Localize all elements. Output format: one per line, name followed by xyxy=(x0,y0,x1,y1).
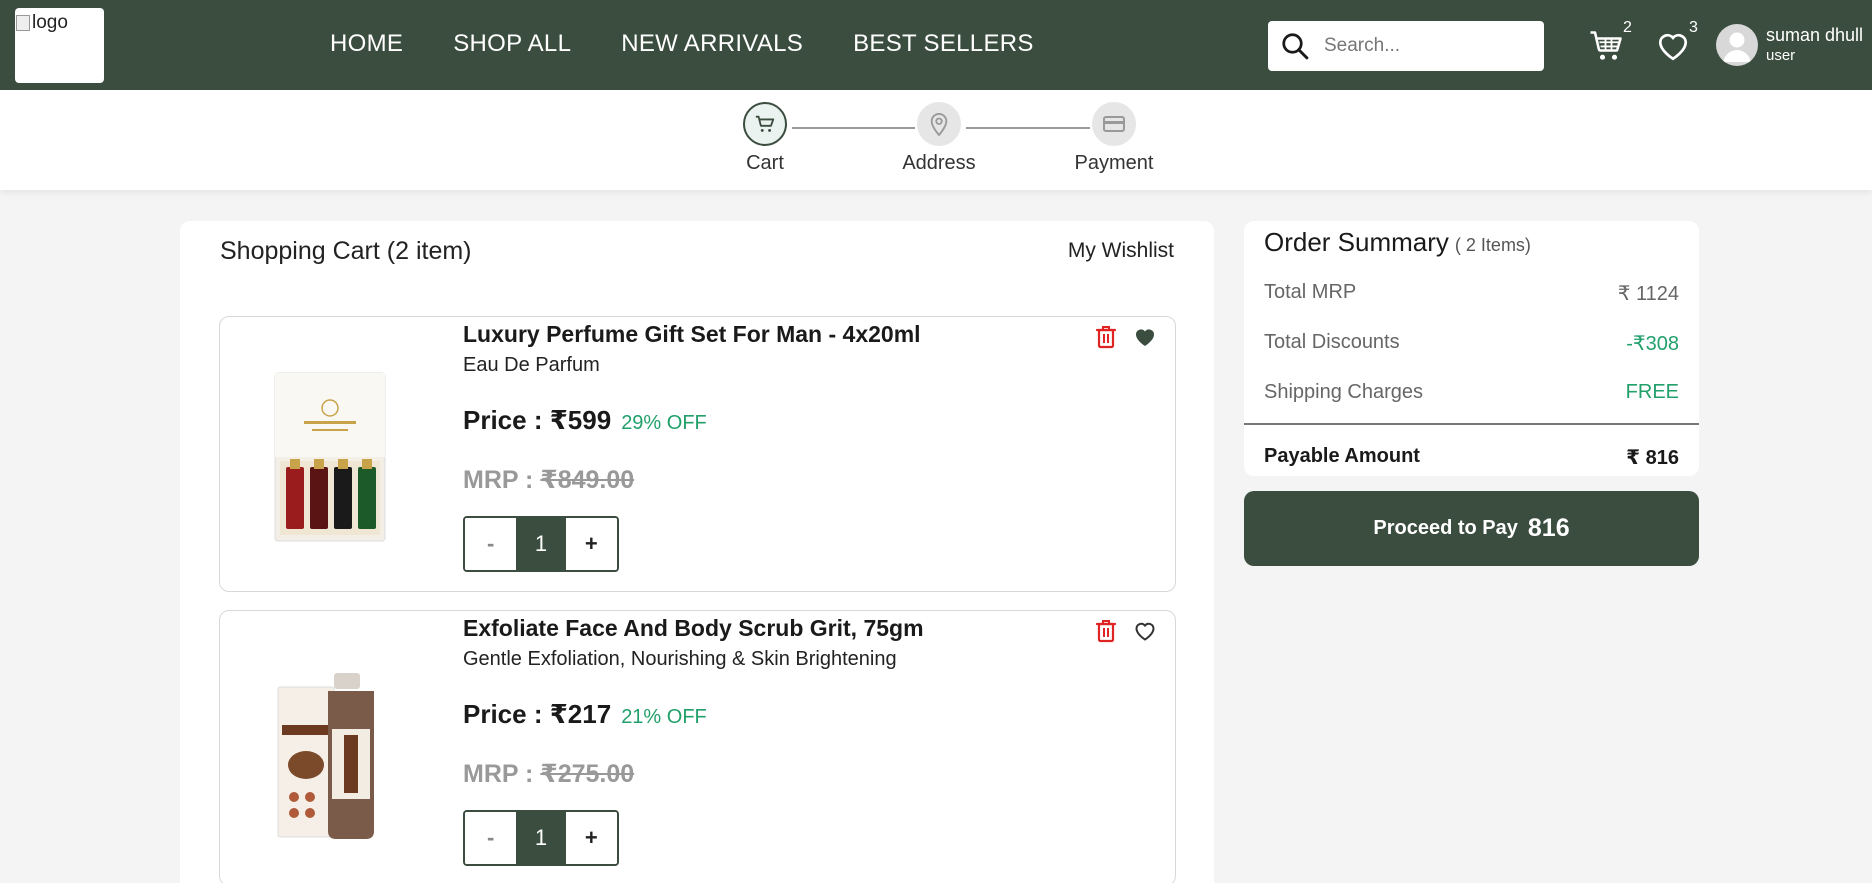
summary-divider xyxy=(1244,423,1699,425)
search-bar xyxy=(1268,21,1544,71)
increase-quantity-button[interactable]: + xyxy=(565,518,617,570)
product-name[interactable]: Exfoliate Face And Body Scrub Grit, 75gm xyxy=(463,615,924,642)
top-navbar: logo HOME SHOP ALL NEW ARRIVALS BEST SEL… xyxy=(0,0,1872,90)
delete-icon[interactable] xyxy=(1092,323,1120,351)
order-summary-panel: Order Summary( 2 Items) Total MRP ₹ 1124… xyxy=(1244,221,1699,476)
payable-value: ₹ 816 xyxy=(1626,447,1679,469)
pay-button-amount: 816 xyxy=(1527,514,1570,542)
decrease-quantity-button[interactable]: - xyxy=(465,518,517,570)
heart-filled-icon[interactable] xyxy=(1131,323,1159,351)
discount-badge: 21% OFF xyxy=(621,706,707,728)
location-pin-icon xyxy=(917,102,961,146)
heart-outline-icon[interactable] xyxy=(1131,617,1159,645)
order-summary-title: Order Summary( 2 Items) xyxy=(1264,227,1531,257)
step-cart[interactable]: Cart xyxy=(705,102,825,175)
nav-home[interactable]: HOME xyxy=(330,30,403,58)
row-label: Total MRP xyxy=(1264,281,1357,303)
wishlist-count-badge: 3 xyxy=(1689,19,1698,36)
product-image-perfume-gift-set[interactable] xyxy=(270,353,390,553)
product-mrp: MRP : ₹275.00 xyxy=(463,760,635,788)
cart-icon xyxy=(743,102,787,146)
product-mrp: MRP : ₹849.00 xyxy=(463,466,635,494)
broken-image-icon xyxy=(16,15,30,31)
user-role: user xyxy=(1766,47,1796,64)
total-discounts-row: Total Discounts -₹308 xyxy=(1264,331,1679,356)
proceed-to-pay-button[interactable]: Proceed to Pay 816 xyxy=(1244,491,1699,566)
row-value: ₹ 1124 xyxy=(1617,283,1679,305)
cart-item: Exfoliate Face And Body Scrub Grit, 75gm… xyxy=(219,610,1176,883)
user-avatar-icon xyxy=(1716,24,1758,66)
payable-label: Payable Amount xyxy=(1264,445,1420,467)
decrease-quantity-button[interactable]: - xyxy=(465,812,517,864)
pay-button-label: Proceed to Pay xyxy=(1373,517,1518,539)
product-description: Eau De Parfum xyxy=(463,354,600,376)
row-label: Shipping Charges xyxy=(1264,381,1423,403)
price-row: Price : ₹217 21% OFF xyxy=(463,699,707,730)
credit-card-icon xyxy=(1092,102,1136,146)
total-mrp-row: Total MRP ₹ 1124 xyxy=(1264,281,1679,306)
step-label: Payment xyxy=(1074,152,1154,174)
step-address[interactable]: Address xyxy=(879,102,999,175)
step-label: Address xyxy=(902,152,976,174)
step-label: Cart xyxy=(746,152,784,174)
logo[interactable]: logo xyxy=(15,8,104,83)
order-item-count: ( 2 Items) xyxy=(1454,235,1531,255)
row-value: -₹308 xyxy=(1626,333,1679,355)
quantity-value: 1 xyxy=(516,812,566,864)
my-wishlist-link[interactable]: My Wishlist xyxy=(1068,239,1174,263)
product-price: Price : ₹217 xyxy=(463,699,612,729)
checkout-stepper: Cart Address Payment xyxy=(0,90,1872,190)
cart-title: Shopping Cart (2 item) xyxy=(220,237,472,265)
main-nav: HOME SHOP ALL NEW ARRIVALS BEST SELLERS xyxy=(330,30,1034,58)
quantity-stepper: - 1 + xyxy=(463,810,619,866)
payable-amount-row: Payable Amount ₹ 816 xyxy=(1264,445,1679,470)
quantity-value: 1 xyxy=(516,518,566,570)
shopping-cart-panel: Shopping Cart (2 item) My Wishlist Luxur… xyxy=(180,221,1214,883)
nav-shop-all[interactable]: SHOP ALL xyxy=(453,30,571,58)
logo-alt-text: logo xyxy=(16,12,68,34)
increase-quantity-button[interactable]: + xyxy=(565,812,617,864)
nav-new-arrivals[interactable]: NEW ARRIVALS xyxy=(621,30,803,58)
user-menu[interactable]: suman dhull user xyxy=(1716,24,1863,66)
row-label: Total Discounts xyxy=(1264,331,1400,353)
quantity-stepper: - 1 + xyxy=(463,516,619,572)
product-description: Gentle Exfoliation, Nourishing & Skin Br… xyxy=(463,648,897,670)
nav-best-sellers[interactable]: BEST SELLERS xyxy=(853,30,1034,58)
product-price: Price : ₹599 xyxy=(463,405,612,435)
delete-icon[interactable] xyxy=(1092,617,1120,645)
row-value: FREE xyxy=(1625,381,1679,403)
step-payment[interactable]: Payment xyxy=(1054,102,1174,175)
discount-badge: 29% OFF xyxy=(621,412,707,434)
user-name: suman dhull xyxy=(1766,25,1864,45)
product-name[interactable]: Luxury Perfume Gift Set For Man - 4x20ml xyxy=(463,321,921,348)
search-input[interactable] xyxy=(1324,35,1524,57)
price-row: Price : ₹599 29% OFF xyxy=(463,405,707,436)
search-icon[interactable] xyxy=(1272,21,1318,71)
product-image-exfoliate-scrub[interactable] xyxy=(270,647,390,847)
cart-count-badge: 2 xyxy=(1623,19,1632,36)
shipping-charges-row: Shipping Charges FREE xyxy=(1264,381,1679,404)
cart-item: Luxury Perfume Gift Set For Man - 4x20ml… xyxy=(219,316,1176,592)
